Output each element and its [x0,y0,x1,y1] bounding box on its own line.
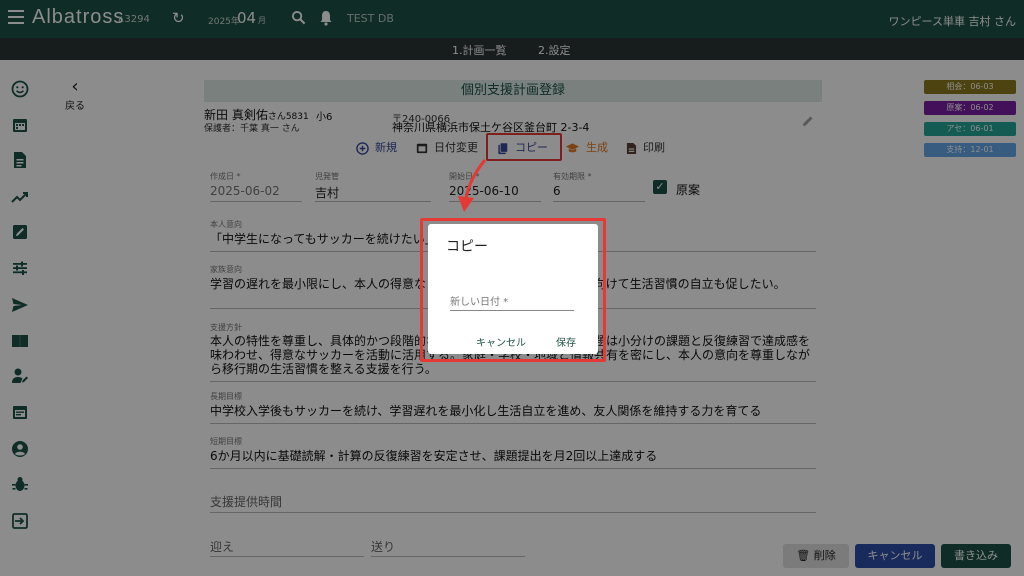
dialog-title: コピー [446,239,488,255]
new-date-underline [450,310,574,311]
copy-dialog: コピー 新しい日付 * キャンセル 保存 [428,224,598,354]
new-date-input[interactable]: 新しい日付 * [450,293,508,308]
dialog-cancel-button[interactable]: キャンセル [476,334,526,349]
app-window: Albatross r.3294 ↻ 2025年 04 月 TEST DB ワン… [0,0,1024,576]
dialog-save-button[interactable]: 保存 [556,334,576,349]
